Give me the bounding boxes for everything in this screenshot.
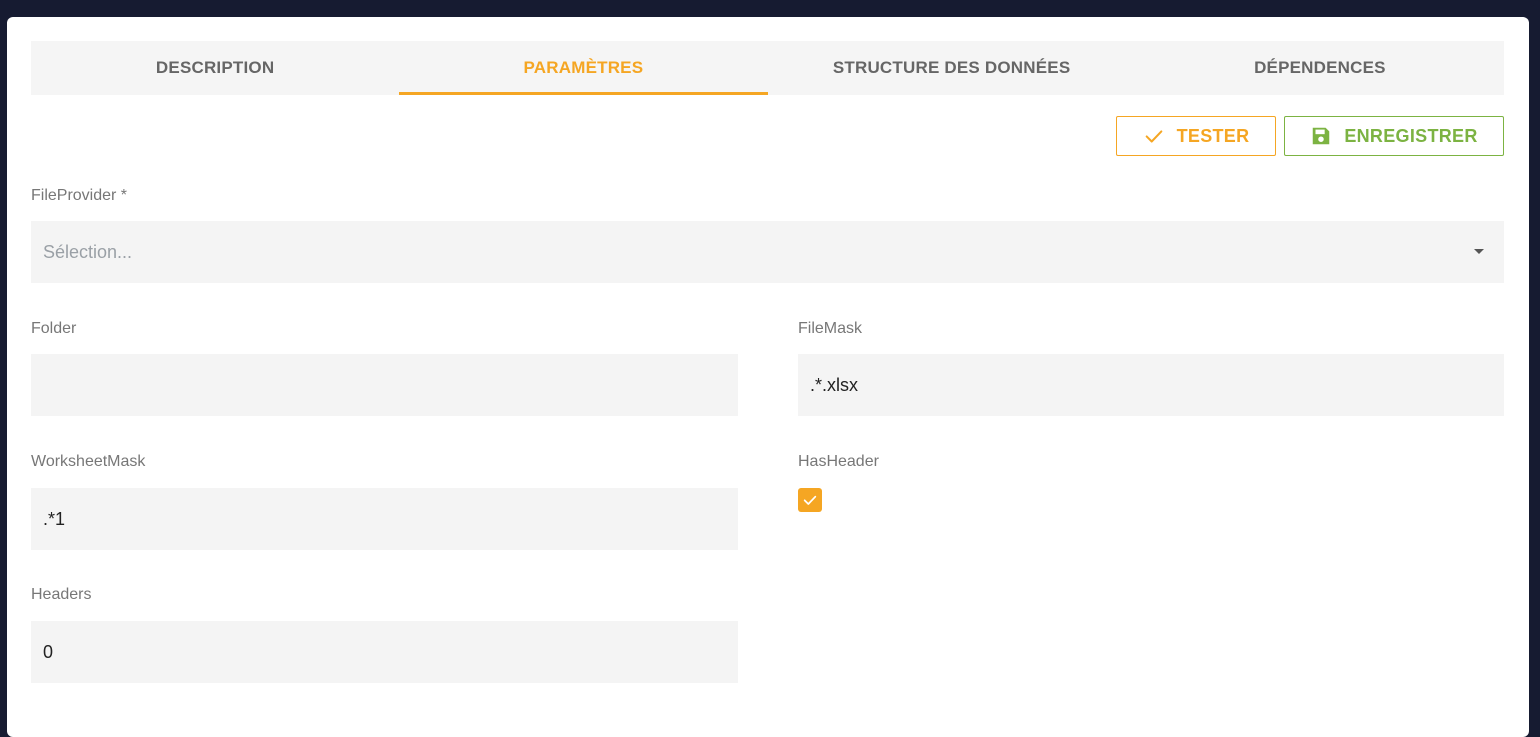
save-button-label: ENREGISTRER [1344,125,1478,146]
test-button[interactable]: TESTER [1116,116,1276,156]
file-provider-select[interactable]: Sélection... [31,221,1504,283]
tab-dependences[interactable]: DÉPENDENCES [1136,41,1504,95]
folder-input[interactable] [31,354,738,416]
settings-card: DESCRIPTION PARAMÈTRES STRUCTURE DES DON… [7,17,1529,737]
has-header-label: HasHeader [798,453,879,470]
tab-description[interactable]: DESCRIPTION [31,41,399,95]
worksheet-mask-label: WorksheetMask [31,453,146,470]
worksheet-mask-input[interactable]: .*1 [31,488,738,550]
chevron-down-icon [1474,249,1484,254]
folder-label: Folder [31,320,77,337]
test-button-label: TESTER [1176,125,1250,146]
headers-label: Headers [31,586,92,603]
file-provider-placeholder: Sélection... [43,241,133,262]
check-icon [803,495,817,505]
file-mask-label: FileMask [798,320,863,337]
floppy-disk-icon [1313,127,1330,145]
tab-parametres[interactable]: PARAMÈTRES [399,41,768,95]
headers-input[interactable]: 0 [31,621,738,683]
file-provider-label: FileProvider * [31,187,128,204]
file-mask-input[interactable]: .*.xlsx [798,354,1504,416]
check-icon [1145,130,1162,143]
tab-bar: DESCRIPTION PARAMÈTRES STRUCTURE DES DON… [31,41,1504,95]
save-button[interactable]: ENREGISTRER [1284,116,1504,156]
tab-structure-des-donnees[interactable]: STRUCTURE DES DONNÉES [768,41,1136,95]
has-header-checkbox[interactable] [798,488,822,512]
